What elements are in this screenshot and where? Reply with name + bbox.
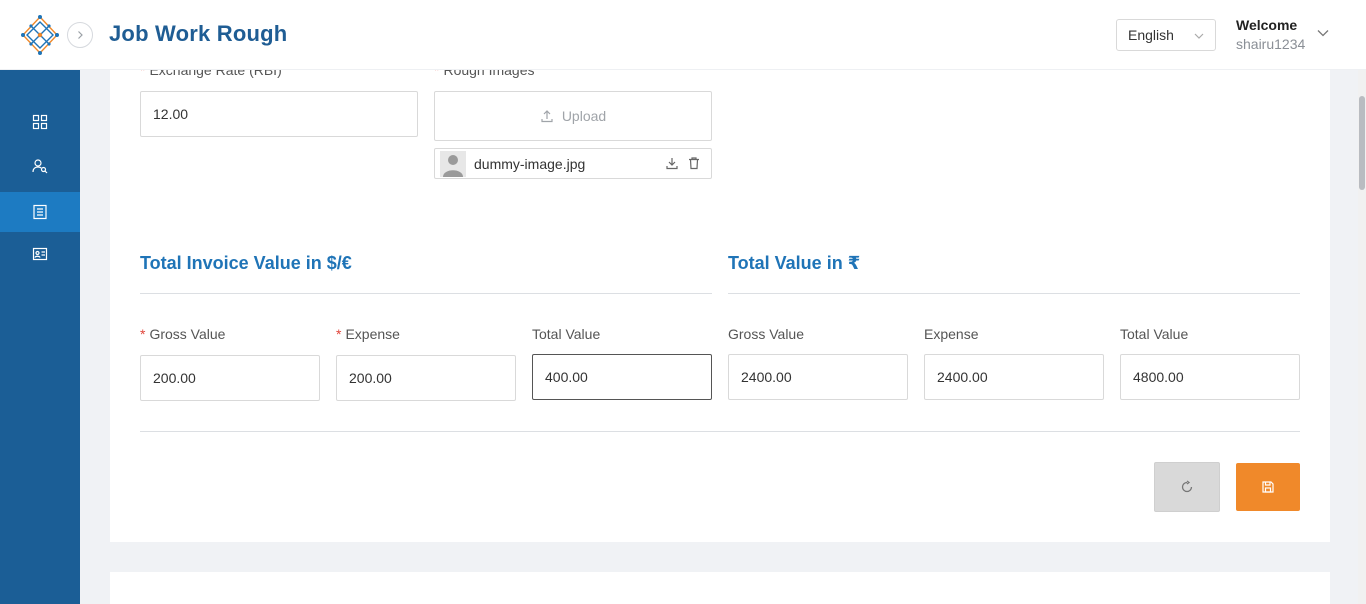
id-card-icon bbox=[32, 247, 48, 261]
file-name[interactable]: dummy-image.jpg bbox=[474, 156, 585, 172]
secondary-card bbox=[110, 572, 1330, 604]
file-thumbnail[interactable] bbox=[440, 150, 466, 177]
uploaded-file-item: dummy-image.jpg bbox=[434, 148, 712, 179]
invoice-section-title: Total Invoice Value in $/€ bbox=[140, 253, 352, 273]
download-icon[interactable] bbox=[665, 156, 679, 170]
username-label: shairu1234 bbox=[1236, 36, 1306, 52]
dashboard-grid-icon bbox=[32, 114, 48, 130]
upload-label: Upload bbox=[561, 108, 607, 124]
chevron-right-icon bbox=[78, 31, 83, 39]
sidebar-toggle-button[interactable] bbox=[67, 22, 93, 48]
sidebar-item-dashboard[interactable] bbox=[0, 102, 80, 142]
save-icon bbox=[1262, 481, 1274, 493]
inr-section-title: Total Value in ₹ bbox=[728, 253, 861, 273]
inr-section-divider bbox=[728, 293, 1300, 294]
inr-expense-input[interactable]: 2400.00 bbox=[924, 354, 1104, 400]
inr-total-label: Total Value bbox=[1120, 326, 1189, 342]
sidebar-item-profile[interactable] bbox=[0, 234, 80, 274]
sidebar-item-job-work[interactable] bbox=[0, 192, 80, 232]
page-title: Job Work Rough bbox=[109, 21, 288, 46]
exchange-rate-input[interactable]: 12.00 bbox=[140, 91, 418, 137]
invoice-gross-label: * Gross Value bbox=[140, 326, 226, 342]
language-select[interactable]: English bbox=[1116, 19, 1216, 51]
inr-total-input[interactable]: 4800.00 bbox=[1120, 354, 1300, 400]
chevron-down-icon bbox=[1194, 33, 1204, 39]
user-menu-chevron-icon[interactable] bbox=[1316, 26, 1330, 40]
reload-icon bbox=[1181, 480, 1193, 493]
list-document-icon bbox=[33, 204, 47, 220]
invoice-expense-label: * Expense bbox=[336, 326, 400, 342]
delete-icon[interactable] bbox=[687, 156, 701, 170]
invoice-total-input[interactable]: 400.00 bbox=[532, 354, 712, 400]
invoice-gross-input[interactable]: 200.00 bbox=[140, 355, 320, 401]
welcome-label: Welcome bbox=[1236, 17, 1298, 33]
page-scrollbar-thumb[interactable] bbox=[1359, 96, 1365, 190]
inr-gross-input[interactable]: 2400.00 bbox=[728, 354, 908, 400]
app-header: Job Work Rough English Welcome shairu123… bbox=[0, 0, 1366, 70]
upload-icon bbox=[541, 110, 553, 123]
sidebar-item-users[interactable] bbox=[0, 146, 80, 186]
language-select-value: English bbox=[1128, 27, 1174, 43]
invoice-total-label: Total Value bbox=[532, 326, 601, 342]
invoice-expense-input[interactable]: 200.00 bbox=[336, 355, 516, 401]
sidebar bbox=[0, 70, 80, 604]
app-logo[interactable] bbox=[19, 14, 61, 56]
reset-button[interactable] bbox=[1154, 462, 1220, 512]
inr-gross-label: Gross Value bbox=[728, 326, 804, 342]
inr-expense-label: Expense bbox=[924, 326, 979, 342]
actions-divider bbox=[140, 431, 1300, 432]
user-search-icon bbox=[32, 159, 48, 174]
save-button[interactable] bbox=[1236, 463, 1300, 511]
avatar-placeholder-icon bbox=[443, 154, 463, 177]
invoice-section-divider bbox=[140, 293, 712, 294]
upload-button[interactable]: Upload bbox=[434, 91, 712, 141]
